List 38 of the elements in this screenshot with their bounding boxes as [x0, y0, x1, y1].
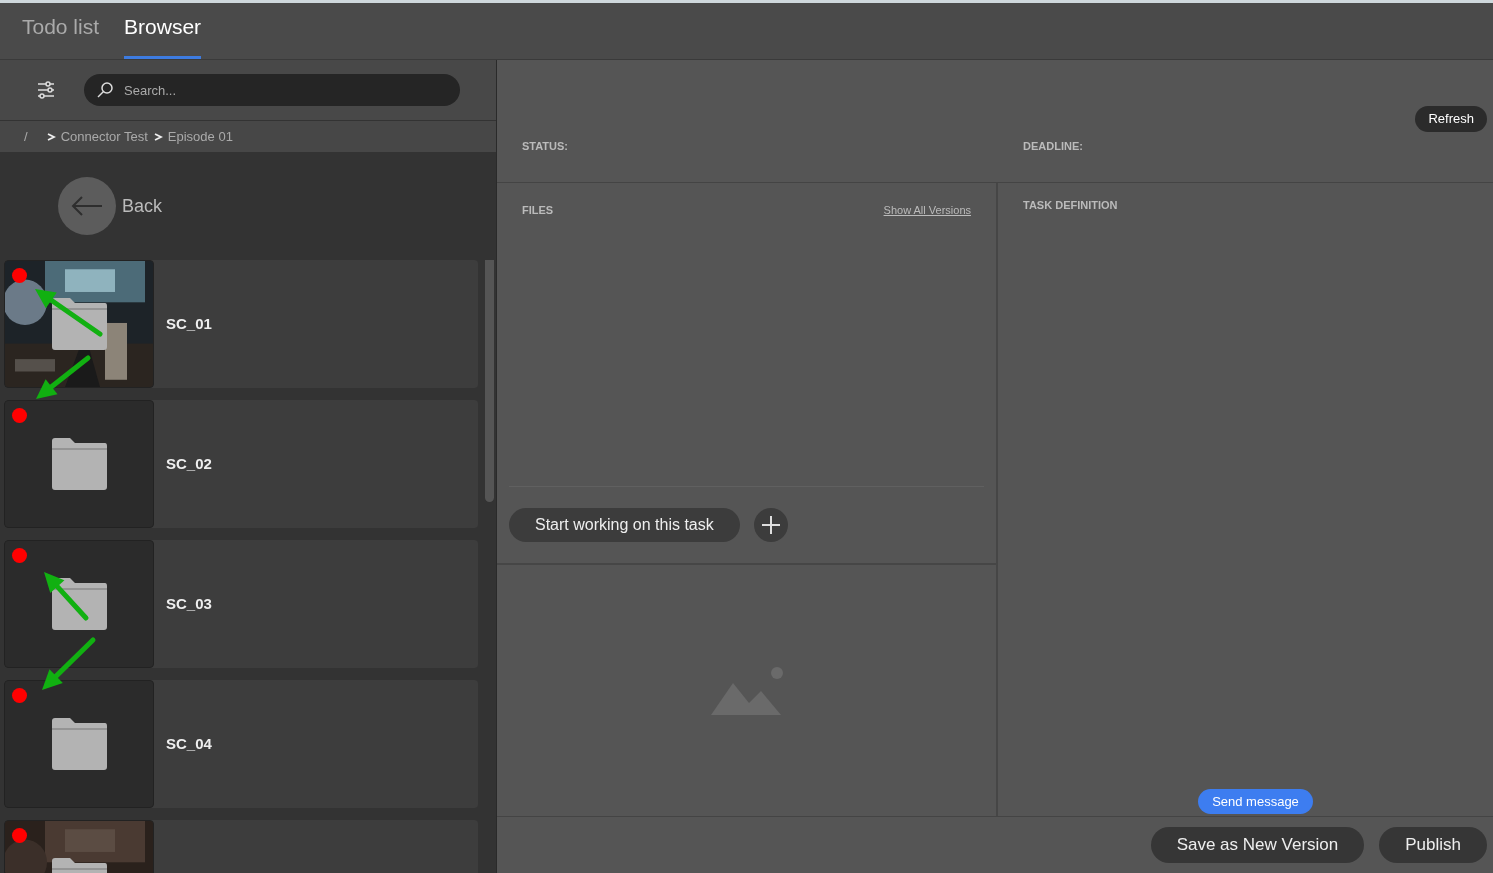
- back-label[interactable]: Back: [122, 192, 163, 220]
- send-message-button[interactable]: Send message: [1198, 788, 1313, 814]
- item-name: SC_04: [166, 733, 212, 754]
- filter-icon[interactable]: [36, 81, 56, 99]
- start-task-button[interactable]: Start working on this task: [509, 508, 740, 542]
- status-label: STATUS:: [521, 138, 570, 154]
- tab[interactable]: Todo list: [22, 10, 100, 59]
- search-field[interactable]: Search...: [84, 74, 460, 106]
- task-definition-label: TASK DEFINITION: [1023, 198, 1119, 213]
- breadcrumb-link[interactable]: Episode 01: [167, 126, 233, 147]
- scrollbar-thumb[interactable]: [485, 260, 494, 502]
- plus-icon: [760, 515, 781, 535]
- save-version-button[interactable]: Save as New Version: [1150, 827, 1365, 863]
- chevron-icon: [152, 131, 163, 142]
- breadcrumb-link[interactable]: Connector Test: [60, 126, 148, 147]
- list-item[interactable]: SC_01: [4, 260, 478, 388]
- files-label: FILES: [522, 203, 554, 218]
- item-name: SC_03: [166, 593, 212, 614]
- search-icon: [96, 81, 114, 99]
- list-item[interactable]: SC_04: [4, 680, 478, 808]
- folder-icon: [50, 437, 108, 491]
- show-all-versions-link[interactable]: Show All Versions: [883, 202, 971, 219]
- refresh-button[interactable]: Refresh: [1415, 106, 1487, 132]
- breadcrumb-link[interactable]: /: [24, 126, 28, 147]
- add-button[interactable]: [753, 508, 788, 542]
- item-name: SC_01: [166, 313, 212, 334]
- annotation-arrow: [44, 572, 89, 621]
- annotation-arrow: [42, 637, 96, 690]
- publish-button[interactable]: Publish: [1379, 827, 1487, 863]
- deadline-label: DEADLINE:: [1022, 138, 1083, 154]
- list-item[interactable]: SC_02: [4, 400, 478, 528]
- arrow-left-icon: [70, 195, 104, 217]
- item-name: SC_02: [166, 453, 212, 474]
- annotation-arrow: [35, 289, 103, 337]
- folder-icon: [50, 717, 108, 771]
- chevron-icon: [45, 131, 56, 142]
- annotation-arrow: [36, 355, 91, 399]
- list-item[interactable]: SC_03: [4, 540, 478, 668]
